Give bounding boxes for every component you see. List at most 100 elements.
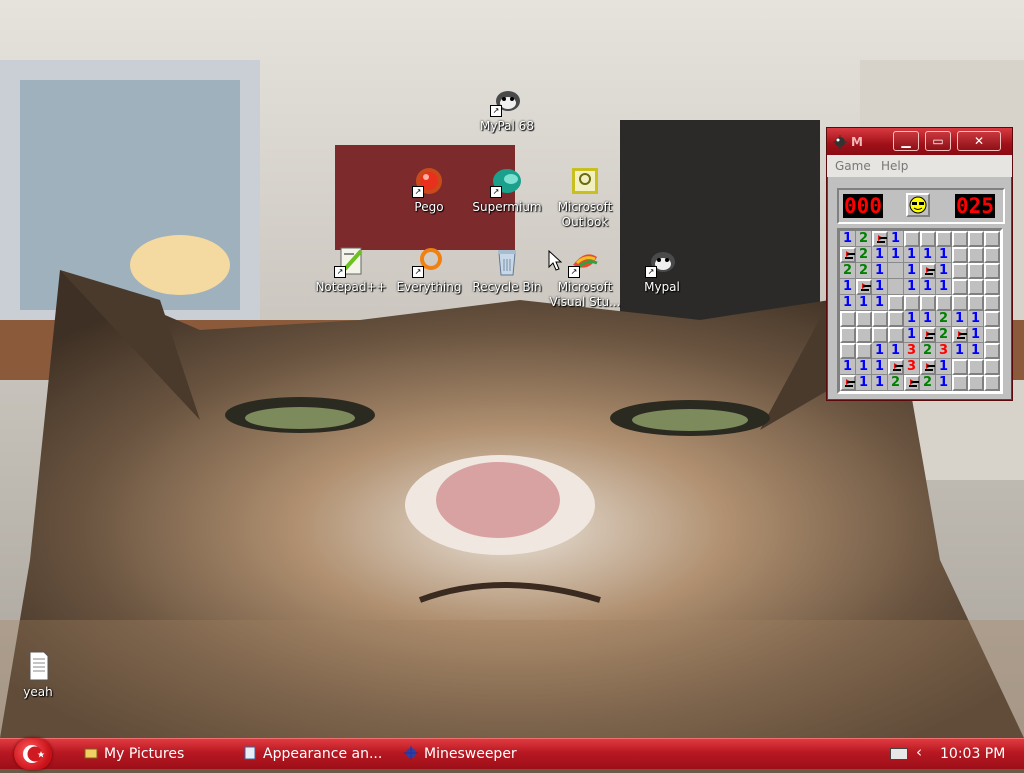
revealed-cell[interactable]: 2 [856, 247, 872, 263]
unrevealed-cell[interactable] [984, 327, 1000, 343]
desktop-icon-everything[interactable]: ↗ Everything [387, 245, 471, 295]
revealed-cell[interactable]: 1 [952, 311, 968, 327]
revealed-cell[interactable]: 2 [840, 263, 856, 279]
unrevealed-cell[interactable] [952, 375, 968, 391]
revealed-cell[interactable]: 1 [888, 247, 904, 263]
revealed-cell[interactable]: 1 [904, 247, 920, 263]
unrevealed-cell[interactable] [888, 311, 904, 327]
unrevealed-cell[interactable] [840, 343, 856, 359]
revealed-cell[interactable]: 1 [936, 263, 952, 279]
revealed-cell[interactable]: 1 [936, 247, 952, 263]
unrevealed-cell[interactable] [984, 343, 1000, 359]
revealed-cell[interactable]: 1 [888, 343, 904, 359]
unrevealed-cell[interactable] [952, 359, 968, 375]
unrevealed-cell[interactable] [968, 295, 984, 311]
revealed-cell[interactable]: 2 [856, 263, 872, 279]
unrevealed-cell[interactable] [984, 359, 1000, 375]
unrevealed-cell[interactable] [968, 279, 984, 295]
menu-game[interactable]: Game [835, 159, 871, 173]
revealed-cell[interactable]: 1 [904, 263, 920, 279]
start-button[interactable] [14, 738, 52, 770]
revealed-cell[interactable]: 2 [920, 375, 936, 391]
flagged-cell[interactable] [920, 327, 936, 343]
flagged-cell[interactable] [840, 375, 856, 391]
revealed-cell[interactable]: 1 [840, 231, 856, 247]
revealed-cell[interactable]: 1 [968, 311, 984, 327]
reset-face-button[interactable] [906, 193, 930, 217]
task-minesweeper[interactable]: Minesweeper [404, 744, 517, 764]
revealed-cell[interactable]: 1 [872, 375, 888, 391]
unrevealed-cell[interactable] [952, 279, 968, 295]
unrevealed-cell[interactable] [984, 247, 1000, 263]
revealed-cell[interactable]: 1 [888, 231, 904, 247]
revealed-cell[interactable]: 1 [968, 343, 984, 359]
flagged-cell[interactable] [856, 279, 872, 295]
revealed-cell[interactable]: 1 [904, 311, 920, 327]
unrevealed-cell[interactable] [984, 279, 1000, 295]
task-my-pictures[interactable]: My Pictures [84, 744, 184, 764]
flagged-cell[interactable] [904, 375, 920, 391]
revealed-cell[interactable]: 1 [904, 279, 920, 295]
unrevealed-cell[interactable] [968, 247, 984, 263]
revealed-cell[interactable] [888, 263, 904, 279]
unrevealed-cell[interactable] [984, 231, 1000, 247]
desktop-icon-microsoft-outlook[interactable]: Microsoft Outlook [543, 165, 627, 230]
revealed-cell[interactable] [888, 279, 904, 295]
revealed-cell[interactable]: 1 [856, 295, 872, 311]
desktop-icon-supermium[interactable]: ↗ Supermium [465, 165, 549, 215]
unrevealed-cell[interactable] [872, 327, 888, 343]
unrevealed-cell[interactable] [920, 231, 936, 247]
unrevealed-cell[interactable] [984, 311, 1000, 327]
revealed-cell[interactable]: 2 [936, 327, 952, 343]
revealed-cell[interactable]: 3 [904, 359, 920, 375]
unrevealed-cell[interactable] [952, 231, 968, 247]
minesweeper-title-bar[interactable]: M ▁ ▭ ✕ [827, 128, 1012, 155]
revealed-cell[interactable]: 1 [840, 359, 856, 375]
unrevealed-cell[interactable] [968, 231, 984, 247]
revealed-cell[interactable]: 1 [872, 343, 888, 359]
unrevealed-cell[interactable] [856, 327, 872, 343]
flagged-cell[interactable] [952, 327, 968, 343]
revealed-cell[interactable]: 3 [936, 343, 952, 359]
desktop-icon-recycle-bin[interactable]: Recycle Bin [465, 245, 549, 295]
mine-grid[interactable]: 1212111112211111111111112111211132311111… [837, 228, 1003, 394]
revealed-cell[interactable]: 1 [936, 279, 952, 295]
minimize-button[interactable]: ▁ [893, 131, 919, 151]
revealed-cell[interactable]: 1 [872, 279, 888, 295]
unrevealed-cell[interactable] [984, 295, 1000, 311]
desktop-icon-mypal[interactable]: ↗ Mypal [620, 245, 704, 295]
revealed-cell[interactable]: 1 [856, 375, 872, 391]
revealed-cell[interactable]: 1 [904, 327, 920, 343]
unrevealed-cell[interactable] [936, 231, 952, 247]
flagged-cell[interactable] [872, 231, 888, 247]
revealed-cell[interactable]: 1 [840, 295, 856, 311]
unrevealed-cell[interactable] [984, 375, 1000, 391]
revealed-cell[interactable]: 2 [920, 343, 936, 359]
task-appearance[interactable]: Appearance an... [243, 744, 382, 764]
unrevealed-cell[interactable] [840, 327, 856, 343]
revealed-cell[interactable]: 1 [840, 279, 856, 295]
unrevealed-cell[interactable] [888, 295, 904, 311]
unrevealed-cell[interactable] [840, 311, 856, 327]
unrevealed-cell[interactable] [968, 359, 984, 375]
revealed-cell[interactable]: 2 [856, 231, 872, 247]
unrevealed-cell[interactable] [952, 263, 968, 279]
revealed-cell[interactable]: 1 [872, 295, 888, 311]
close-button[interactable]: ✕ [957, 131, 1001, 151]
flagged-cell[interactable] [920, 263, 936, 279]
desktop-icon-mypal-68[interactable]: ↗ MyPal 68 [465, 84, 549, 134]
revealed-cell[interactable]: 2 [888, 375, 904, 391]
unrevealed-cell[interactable] [888, 327, 904, 343]
flagged-cell[interactable] [920, 359, 936, 375]
unrevealed-cell[interactable] [904, 231, 920, 247]
maximize-button[interactable]: ▭ [925, 131, 951, 151]
revealed-cell[interactable]: 1 [968, 327, 984, 343]
desktop-icon-notepad-plus-plus[interactable]: ↗ Notepad++ [309, 245, 393, 295]
revealed-cell[interactable]: 1 [872, 247, 888, 263]
revealed-cell[interactable]: 1 [936, 375, 952, 391]
revealed-cell[interactable]: 1 [920, 311, 936, 327]
unrevealed-cell[interactable] [904, 295, 920, 311]
show-hidden-icons-chevron-icon[interactable]: ‹ [916, 743, 922, 761]
unrevealed-cell[interactable] [968, 375, 984, 391]
desktop-icon-yeah[interactable]: yeah [0, 650, 80, 700]
